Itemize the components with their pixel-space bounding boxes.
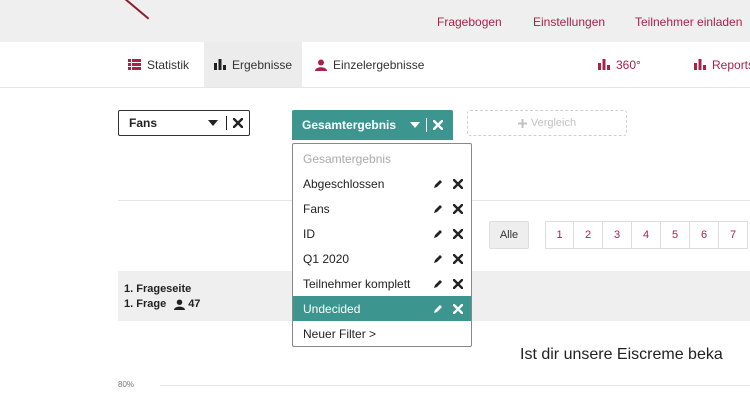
user-icon: [174, 298, 186, 310]
new-filter-item[interactable]: Neuer Filter >: [293, 321, 471, 346]
pencil-icon[interactable]: [433, 279, 443, 289]
respondent-count: 47: [188, 298, 201, 310]
caret-down-icon: [208, 120, 218, 126]
top-bar: Fragebogen Einstellungen Teilnehmer einl…: [0, 0, 750, 42]
nav-teilnehmer-einladen[interactable]: Teilnehmer einladen: [635, 15, 742, 29]
dropdown-header-label: Gesamtergebnis: [303, 151, 392, 166]
pencil-icon[interactable]: [433, 229, 443, 239]
close-icon[interactable]: [453, 203, 463, 214]
list-icon: [128, 59, 141, 70]
logo: [117, 0, 150, 20]
dropdown-item-label: Undecided: [303, 301, 361, 316]
tab-statistik[interactable]: Statistik: [118, 42, 199, 87]
dropdown-item-label: Teilnehmer komplett: [303, 276, 411, 291]
user-icon: [315, 59, 327, 71]
dropdown-item[interactable]: Teilnehmer komplett: [293, 271, 471, 296]
dropdown-item-label: ID: [303, 226, 315, 241]
tabs-bar: Statistik Ergebnisse Einzelergebnisse 36…: [0, 42, 750, 88]
bar-chart-icon: [598, 59, 610, 70]
axis-tick-label: 80%: [118, 380, 135, 389]
result-filter-dropdown: Gesamtergebnis Abgeschlossen Fans ID Q1 …: [292, 143, 472, 347]
pencil-icon[interactable]: [433, 204, 443, 214]
page-button[interactable]: 3: [603, 221, 632, 249]
page-all-button[interactable]: Alle: [489, 221, 529, 249]
close-icon[interactable]: [453, 278, 463, 289]
tab-reports[interactable]: Reports: [684, 42, 750, 87]
group-select[interactable]: Fans: [118, 110, 250, 136]
nav-fragebogen[interactable]: Fragebogen: [437, 15, 502, 29]
result-filter-value: Gesamtergebnis: [302, 118, 397, 132]
new-filter-label: Neuer Filter >: [303, 326, 377, 341]
page-button[interactable]: 6: [690, 221, 719, 249]
close-icon[interactable]: [453, 253, 463, 264]
tab-label: 360°: [616, 57, 641, 72]
close-icon[interactable]: [433, 120, 443, 130]
page-button[interactable]: 7: [719, 221, 748, 249]
bar-chart-icon: [694, 59, 706, 70]
page-button[interactable]: 4: [632, 221, 661, 249]
page-numbers: 1 2 3 4 5 6 7: [545, 221, 748, 249]
page-label: 1. Frageseite: [124, 283, 192, 295]
chart-gridline: [160, 385, 750, 386]
dropdown-item-label: Fans: [303, 201, 330, 216]
pager: Alle: [489, 221, 529, 249]
close-icon[interactable]: [453, 228, 463, 239]
dropdown-item[interactable]: Q1 2020: [293, 246, 471, 271]
dropdown-item-label: Abgeschlossen: [303, 176, 385, 191]
nav-einstellungen[interactable]: Einstellungen: [533, 15, 605, 29]
dropdown-item[interactable]: Abgeschlossen: [293, 171, 471, 196]
pencil-icon[interactable]: [433, 304, 443, 314]
tab-label: Statistik: [147, 57, 190, 72]
tab-einzelergebnisse[interactable]: Einzelergebnisse: [305, 42, 434, 87]
close-icon[interactable]: [453, 178, 463, 189]
caret-down-icon: [410, 122, 420, 128]
tab-label: Reports: [712, 57, 750, 72]
close-icon[interactable]: [233, 118, 243, 128]
close-icon[interactable]: [453, 303, 463, 314]
compare-label: Vergleich: [530, 117, 577, 129]
tab-ergebnisse[interactable]: Ergebnisse: [204, 42, 303, 87]
question-title: Ist dir unsere Eiscreme beka: [520, 346, 723, 363]
plus-icon: [517, 118, 527, 128]
tab-label: Ergebnisse: [232, 57, 293, 72]
dropdown-header: Gesamtergebnis: [293, 146, 471, 171]
question-label: 1. Frage: [124, 298, 167, 310]
group-select-value: Fans: [129, 116, 158, 130]
question-label-row: 1. Frage 47: [124, 298, 200, 310]
tab-360[interactable]: 360°: [588, 42, 651, 87]
page-button[interactable]: 2: [574, 221, 603, 249]
page-button[interactable]: 1: [545, 221, 574, 249]
compare-button[interactable]: Vergleich: [467, 110, 627, 136]
tab-label: Einzelergebnisse: [333, 57, 425, 72]
page-button[interactable]: 5: [661, 221, 690, 249]
bar-chart-icon: [214, 59, 226, 70]
dropdown-item[interactable]: Fans: [293, 196, 471, 221]
result-filter-select[interactable]: Gesamtergebnis: [292, 110, 453, 140]
dropdown-item[interactable]: ID: [293, 221, 471, 246]
pencil-icon[interactable]: [433, 254, 443, 264]
dropdown-item-selected[interactable]: Undecided: [293, 296, 471, 321]
pencil-icon[interactable]: [433, 179, 443, 189]
dropdown-item-label: Q1 2020: [303, 251, 350, 266]
